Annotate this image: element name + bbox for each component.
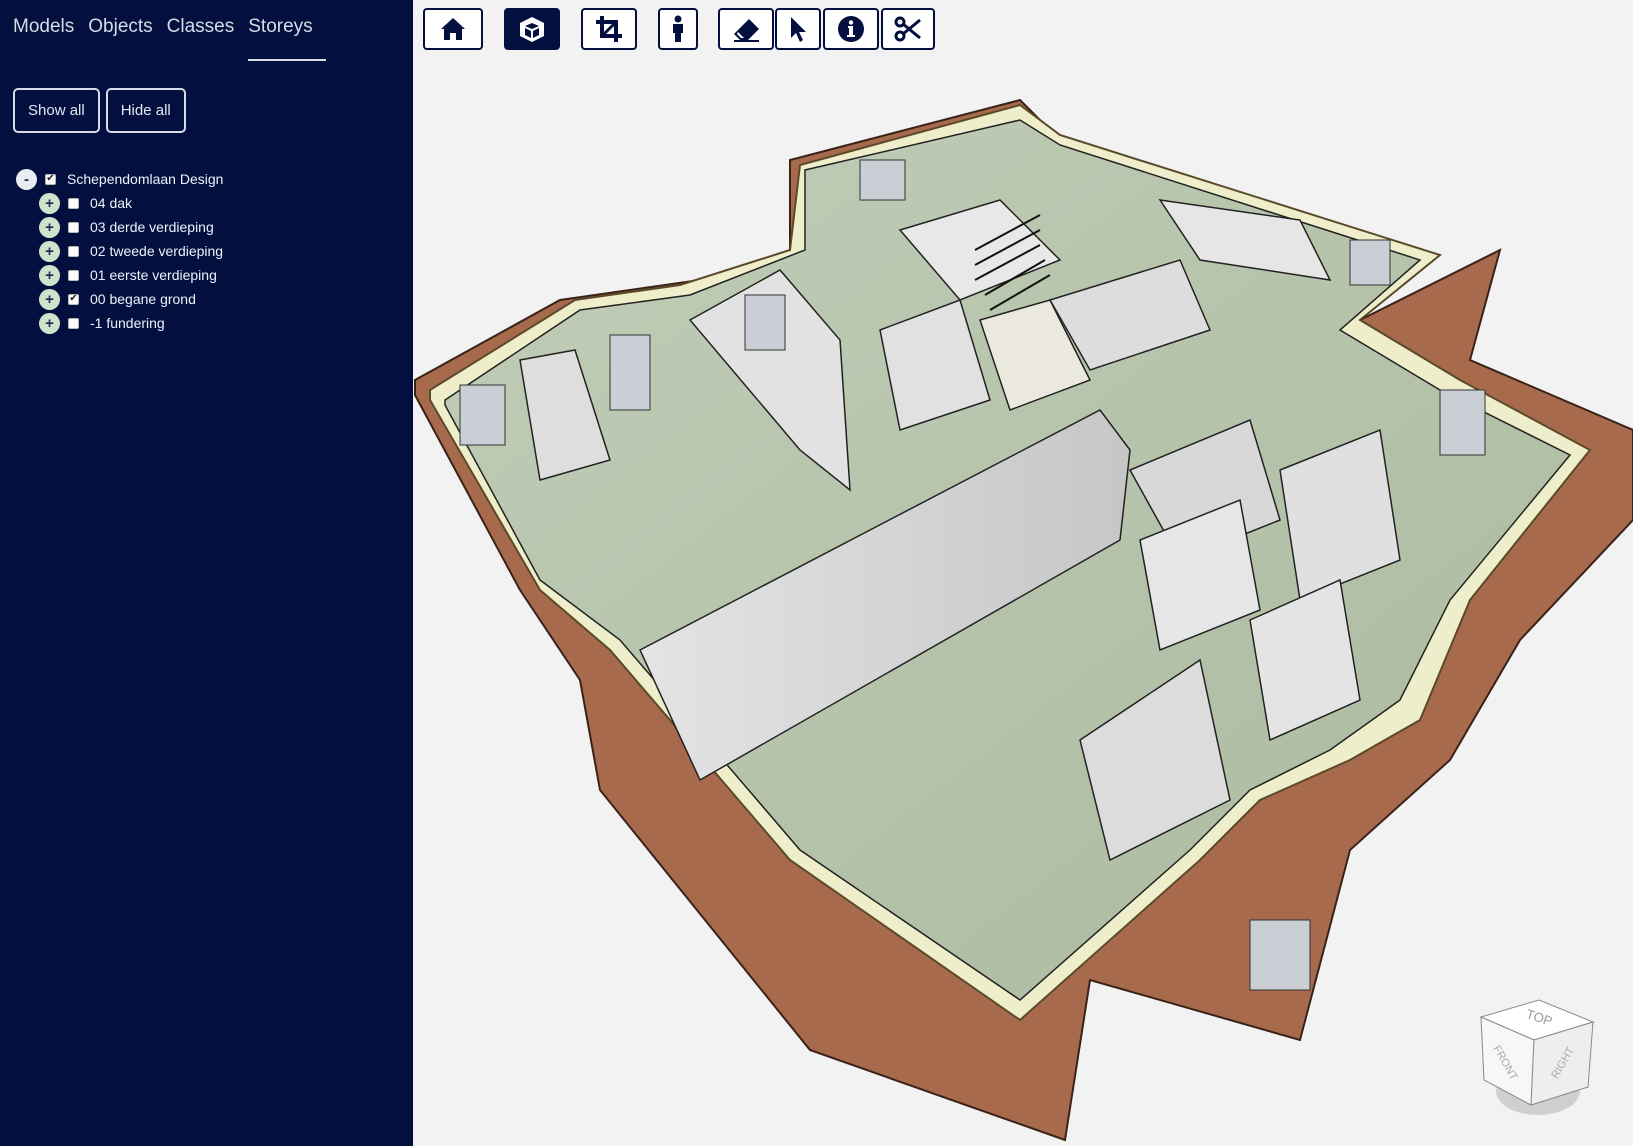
navigation-cube[interactable]: TOP FRONT RIGHT bbox=[1476, 995, 1606, 1125]
tree-checkbox[interactable] bbox=[68, 245, 79, 257]
tree-checkbox[interactable] bbox=[68, 269, 79, 281]
clear-selection-button[interactable] bbox=[718, 8, 774, 50]
expand-toggle[interactable]: + bbox=[39, 312, 60, 334]
storey-tree: - ✔ Schependomlaan Design + 04 dak + 03 … bbox=[0, 133, 413, 335]
tree-item: + 04 dak bbox=[0, 191, 413, 215]
tree-item: + ✔ 00 begane grond bbox=[0, 287, 413, 311]
properties-button[interactable] bbox=[823, 8, 879, 50]
tree-label: 02 tweede verdieping bbox=[90, 243, 224, 259]
pointer-icon bbox=[791, 17, 806, 42]
building-model-render[interactable] bbox=[413, 0, 1633, 1146]
select-button[interactable] bbox=[775, 8, 821, 50]
tree-item: + 03 derde verdieping bbox=[0, 215, 413, 239]
expand-toggle[interactable]: + bbox=[39, 192, 60, 214]
tree-label: 03 derde verdieping bbox=[90, 219, 214, 235]
expand-toggle[interactable]: + bbox=[39, 216, 60, 238]
tab-models[interactable]: Models bbox=[13, 14, 74, 61]
tree-checkbox[interactable] bbox=[68, 197, 79, 209]
tree-root: - ✔ Schependomlaan Design bbox=[0, 167, 413, 191]
home-button[interactable] bbox=[423, 8, 483, 50]
visibility-buttons: Show all Hide all bbox=[0, 61, 413, 133]
home-icon bbox=[441, 18, 465, 40]
sidebar: Models Objects Classes Storeys Show all … bbox=[0, 0, 413, 1146]
section-box-button[interactable] bbox=[581, 8, 637, 50]
tree-item: + 01 eerste verdieping bbox=[0, 263, 413, 287]
expand-toggle[interactable]: + bbox=[39, 288, 60, 310]
3d-viewer-canvas[interactable]: TOP FRONT RIGHT bbox=[413, 0, 1633, 1146]
sidebar-tabs: Models Objects Classes Storeys bbox=[0, 0, 413, 61]
tree-checkbox[interactable] bbox=[68, 317, 79, 329]
first-person-button[interactable] bbox=[658, 8, 698, 50]
tree-item: + -1 fundering bbox=[0, 311, 413, 335]
collapse-toggle[interactable]: - bbox=[16, 168, 37, 190]
info-icon bbox=[838, 16, 864, 42]
tree-label: -1 fundering bbox=[90, 315, 165, 331]
tree-label: 04 dak bbox=[90, 195, 133, 211]
tree-checkbox[interactable]: ✔ bbox=[68, 293, 79, 305]
tab-objects[interactable]: Objects bbox=[88, 14, 152, 61]
eraser-icon bbox=[734, 19, 759, 42]
expand-toggle[interactable]: + bbox=[39, 264, 60, 286]
hide-all-button[interactable]: Hide all bbox=[105, 88, 186, 133]
tree-checkbox[interactable]: ✔ bbox=[45, 173, 56, 185]
perspective-button[interactable] bbox=[504, 8, 560, 50]
person-icon bbox=[673, 15, 683, 42]
crop-icon bbox=[596, 16, 622, 42]
scissors-icon bbox=[894, 16, 921, 42]
section-plane-button[interactable] bbox=[881, 8, 935, 50]
cube-icon bbox=[520, 17, 544, 42]
show-all-button[interactable]: Show all bbox=[13, 88, 100, 133]
tree-label: 00 begane grond bbox=[90, 291, 196, 307]
tree-label: 01 eerste verdieping bbox=[90, 267, 217, 283]
tab-classes[interactable]: Classes bbox=[167, 14, 235, 61]
tree-checkbox[interactable] bbox=[68, 221, 79, 233]
tab-storeys[interactable]: Storeys bbox=[248, 14, 327, 61]
expand-toggle[interactable]: + bbox=[39, 240, 60, 262]
tree-label: Schependomlaan Design bbox=[67, 171, 224, 187]
tree-item: + 02 tweede verdieping bbox=[0, 239, 413, 263]
